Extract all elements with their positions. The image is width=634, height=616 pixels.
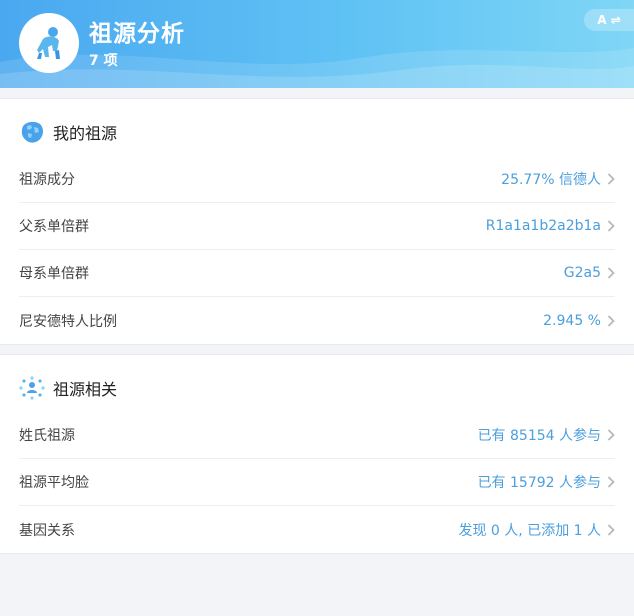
section-my-ancestry: 我的祖源 祖源成分 25.77% 信德人 父系单倍群 R1a1a1b2a2b1a…: [0, 98, 634, 345]
page-header: 祖源分析 7 项 A ⇌: [0, 0, 634, 88]
chevron-right-icon: [607, 476, 615, 488]
language-toggle-button[interactable]: A ⇌: [584, 9, 634, 31]
row-paternal-haplogroup[interactable]: 父系单倍群 R1a1a1b2a2b1a: [19, 203, 615, 250]
row-value: 已有 15792 人参与: [477, 475, 601, 491]
chevron-right-icon: [607, 173, 615, 185]
row-value: 已有 85154 人参与: [477, 428, 601, 444]
row-surname-ancestry[interactable]: 姓氏祖源 已有 85154 人参与: [19, 412, 615, 459]
row-maternal-haplogroup[interactable]: 母系单倍群 G2a5: [19, 250, 615, 297]
section-ancestry-related: 祖源相关 姓氏祖源 已有 85154 人参与 祖源平均脸 已有 15792 人参…: [0, 354, 634, 554]
row-value: R1a1a1b2a2b1a: [485, 218, 601, 234]
row-label: 姓氏祖源: [19, 428, 75, 444]
row-label: 尼安德特人比例: [19, 313, 117, 330]
chevron-right-icon: [607, 314, 615, 327]
row-ancestry-composition[interactable]: 祖源成分 25.77% 信德人: [19, 156, 615, 203]
world-map-icon: [21, 121, 44, 143]
row-genetic-relatives[interactable]: 基因关系 发现 0 人, 已添加 1 人: [19, 506, 615, 553]
chevron-right-icon: [607, 429, 615, 441]
row-value: 2.945 %: [543, 312, 601, 329]
row-value: 发现 0 人, 已添加 1 人: [458, 522, 601, 539]
section-title: 祖源相关: [53, 380, 118, 399]
ancestry-avatar: [19, 13, 79, 73]
chevron-right-icon: [607, 267, 615, 279]
row-value: 25.77% 信德人: [501, 172, 601, 188]
row-neanderthal-ratio[interactable]: 尼安德特人比例 2.945 %: [19, 297, 615, 344]
people-network-icon: [19, 376, 45, 400]
row-label: 祖源成分: [19, 172, 75, 188]
chevron-right-icon: [607, 523, 615, 536]
item-count: 7 项: [89, 53, 118, 69]
page-title: 祖源分析: [89, 21, 185, 47]
row-label: 祖源平均脸: [19, 475, 89, 491]
ape-figure-icon: [37, 27, 60, 59]
row-label: 母系单倍群: [19, 266, 89, 282]
row-average-face[interactable]: 祖源平均脸 已有 15792 人参与: [19, 459, 615, 506]
row-label: 基因关系: [19, 522, 75, 539]
row-label: 父系单倍群: [19, 219, 89, 235]
chevron-right-icon: [607, 220, 615, 232]
section-title: 我的祖源: [53, 124, 118, 143]
row-value: G2a5: [563, 265, 601, 281]
